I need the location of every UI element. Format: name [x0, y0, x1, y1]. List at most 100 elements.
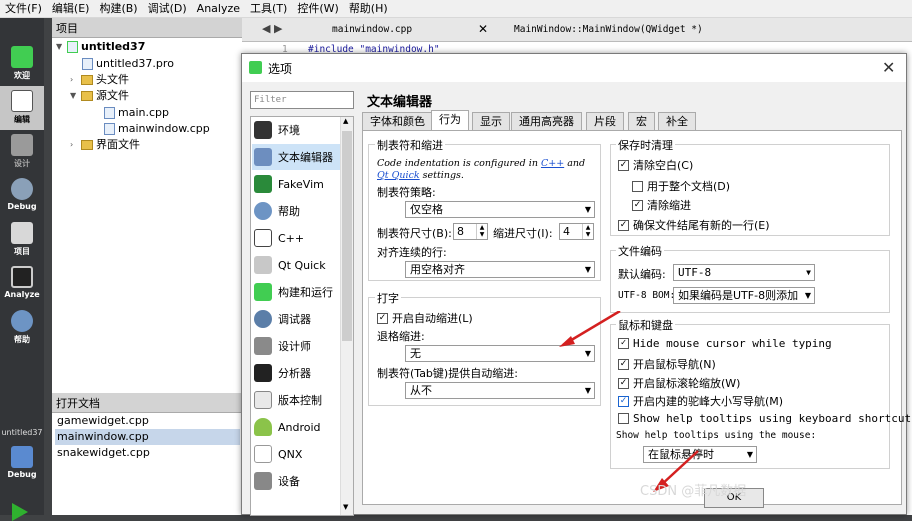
clean-whitespace-checkbox[interactable]: ✓ 清除空白(C) — [618, 157, 693, 173]
mode-design[interactable]: 设计 — [0, 130, 44, 174]
checkbox-label: 开启自动缩进(L) — [392, 312, 473, 325]
utf8-bom-combo[interactable]: 如果编码是UTF-8则添加 ▼ — [673, 287, 815, 304]
menu-edit[interactable]: 编辑(E) — [47, 0, 95, 18]
spin-value: 8 — [457, 225, 464, 238]
cpp-file-icon — [104, 123, 115, 135]
tab-generic-highlighter[interactable]: 通用高亮器 — [511, 112, 582, 130]
menu-tools[interactable]: 工具(T) — [245, 0, 292, 18]
mode-label: Debug — [7, 470, 37, 479]
entire-document-checkbox[interactable]: 用于整个文档(D) — [632, 178, 730, 194]
clean-indent-checkbox[interactable]: ✓ 清除缩进 — [632, 197, 691, 213]
category-devices[interactable]: 设备 — [252, 468, 340, 494]
chevron-down-icon: ▼ — [56, 42, 63, 51]
tab-policy-combo[interactable]: 仅空格 ▼ — [405, 201, 595, 218]
close-icon[interactable]: ✕ — [882, 58, 895, 77]
open-doc-item[interactable]: snakewidget.cpp — [55, 445, 240, 461]
category-cpp[interactable]: C++ — [252, 225, 340, 251]
file-tab[interactable]: mainwindow.cpp — [332, 24, 412, 35]
editor-toolbar: ◀ ▶ mainwindow.cpp ✕ MainWindow::MainWin… — [242, 18, 912, 42]
default-encoding-combo[interactable]: UTF-8 ▼ — [673, 264, 815, 281]
ensure-newline-checkbox[interactable]: ✓ 确保文件结尾有新的一行(E) — [618, 217, 770, 233]
nav-arrows[interactable]: ◀ ▶ — [262, 22, 282, 35]
spin-arrows-icon[interactable]: ▲ ▼ — [476, 224, 487, 239]
category-label: 帮助 — [278, 205, 300, 218]
category-designer[interactable]: 设计师 — [252, 333, 340, 359]
category-build-run[interactable]: 构建和运行 — [252, 279, 340, 305]
category-scrollbar[interactable]: ▲ ▼ — [340, 117, 353, 515]
menu-debug[interactable]: 调试(D) — [143, 0, 192, 18]
mode-edit[interactable]: 编辑 — [0, 86, 44, 130]
mode-welcome[interactable]: 欢迎 — [0, 42, 44, 86]
cpp-settings-link[interactable]: C++ — [541, 158, 564, 169]
tab-macros[interactable]: 宏 — [628, 112, 655, 130]
qt-quick-settings-link[interactable]: Qt Quick — [377, 170, 420, 181]
category-fakevim[interactable]: FakeVim — [252, 171, 340, 197]
tree-item-forms[interactable]: › 界面文件 — [70, 137, 140, 153]
mode-analyze[interactable]: Analyze — [0, 262, 44, 306]
category-environment[interactable]: 环境 — [252, 117, 340, 143]
indent-size-spinbox[interactable]: 4 ▲ ▼ — [559, 223, 594, 240]
open-doc-item[interactable]: mainwindow.cpp — [55, 429, 240, 445]
open-doc-item[interactable]: gamewidget.cpp — [55, 413, 240, 429]
cpp-braces-icon — [254, 229, 272, 247]
menu-build[interactable]: 构建(B) — [94, 0, 142, 18]
tree-item-label: 界面文件 — [96, 138, 140, 151]
auto-indent-checkbox[interactable]: ✓ 开启自动缩进(L) — [377, 310, 473, 326]
category-qnx[interactable]: QNX — [252, 441, 340, 467]
close-file-icon[interactable]: ✕ — [478, 22, 488, 36]
tree-item-main-cpp[interactable]: main.cpp — [104, 105, 169, 121]
check-icon: ✓ — [632, 199, 643, 211]
tree-item-label: 源文件 — [96, 89, 129, 102]
tab-fonts-colors[interactable]: 字体和颜色 — [362, 112, 433, 130]
combo-value: 无 — [410, 347, 421, 360]
menu-widgets[interactable]: 控件(W) — [292, 0, 343, 18]
spin-arrows-icon[interactable]: ▲ ▼ — [582, 224, 593, 239]
mode-debug[interactable]: Debug — [0, 174, 44, 218]
project-icon — [67, 41, 78, 53]
mode-projects[interactable]: 项目 — [0, 218, 44, 262]
combo-value: 从不 — [410, 384, 432, 397]
scroll-down-icon[interactable]: ▼ — [343, 503, 348, 511]
tab-size-spinbox[interactable]: 8 ▲ ▼ — [453, 223, 488, 240]
symbol-selector[interactable]: MainWindow::MainWindow(QWidget *) — [514, 24, 703, 35]
file-icon — [82, 58, 93, 70]
tab-snippets[interactable]: 片段 — [586, 112, 624, 130]
kit-selector[interactable]: Debug — [0, 442, 44, 486]
scroll-up-icon[interactable]: ▲ — [343, 117, 348, 125]
category-version-control[interactable]: 版本控制 — [252, 387, 340, 413]
chevron-down-icon: ▼ — [584, 205, 591, 214]
category-label: Qt Quick — [278, 258, 326, 272]
check-icon: ✓ — [618, 219, 629, 231]
checkbox-empty — [632, 180, 643, 192]
align-combo[interactable]: 用空格对齐 ▼ — [405, 261, 595, 278]
run-icon[interactable] — [12, 503, 28, 521]
tab-display[interactable]: 显示 — [472, 112, 510, 130]
category-help[interactable]: 帮助 — [252, 198, 340, 224]
category-debugger[interactable]: 调试器 — [252, 306, 340, 332]
menu-analyze[interactable]: Analyze — [192, 0, 245, 18]
analyzer-icon — [254, 364, 272, 382]
edit-document-icon — [11, 90, 33, 112]
mode-help[interactable]: 帮助 — [0, 306, 44, 350]
tree-item-mainwindow-cpp[interactable]: mainwindow.cpp — [104, 121, 210, 137]
tree-item-headers[interactable]: › 头文件 — [70, 72, 129, 88]
category-qt-quick[interactable]: Qt Quick — [252, 252, 340, 278]
menu-help[interactable]: 帮助(H) — [344, 0, 393, 18]
filter-input[interactable]: Filter — [250, 91, 354, 109]
menu-file[interactable]: 文件(F) — [0, 0, 47, 18]
category-analyzer[interactable]: 分析器 — [252, 360, 340, 386]
category-text-editor[interactable]: 文本编辑器 — [252, 144, 340, 170]
dialog-title: 选项 — [268, 61, 293, 76]
tree-item-sources[interactable]: ▼ 源文件 — [70, 88, 129, 104]
tree-item-project[interactable]: ▼ untitled37 — [56, 39, 145, 55]
tab-size-label: 制表符尺寸(B): — [377, 227, 452, 240]
tree-item-pro[interactable]: untitled37.pro — [82, 56, 174, 72]
tab-completion[interactable]: 补全 — [658, 112, 696, 130]
mode-label: 帮助 — [14, 335, 30, 344]
project-panel-header: 项目 — [52, 18, 242, 38]
scrollbar-thumb[interactable] — [342, 131, 352, 341]
category-android[interactable]: Android — [252, 414, 340, 440]
analyze-monitor-icon — [11, 266, 33, 288]
project-tree: ▼ untitled37 untitled37.pro › 头文件 ▼ 源文件 mai… — [52, 38, 242, 393]
tab-behavior[interactable]: 行为 — [431, 110, 469, 131]
